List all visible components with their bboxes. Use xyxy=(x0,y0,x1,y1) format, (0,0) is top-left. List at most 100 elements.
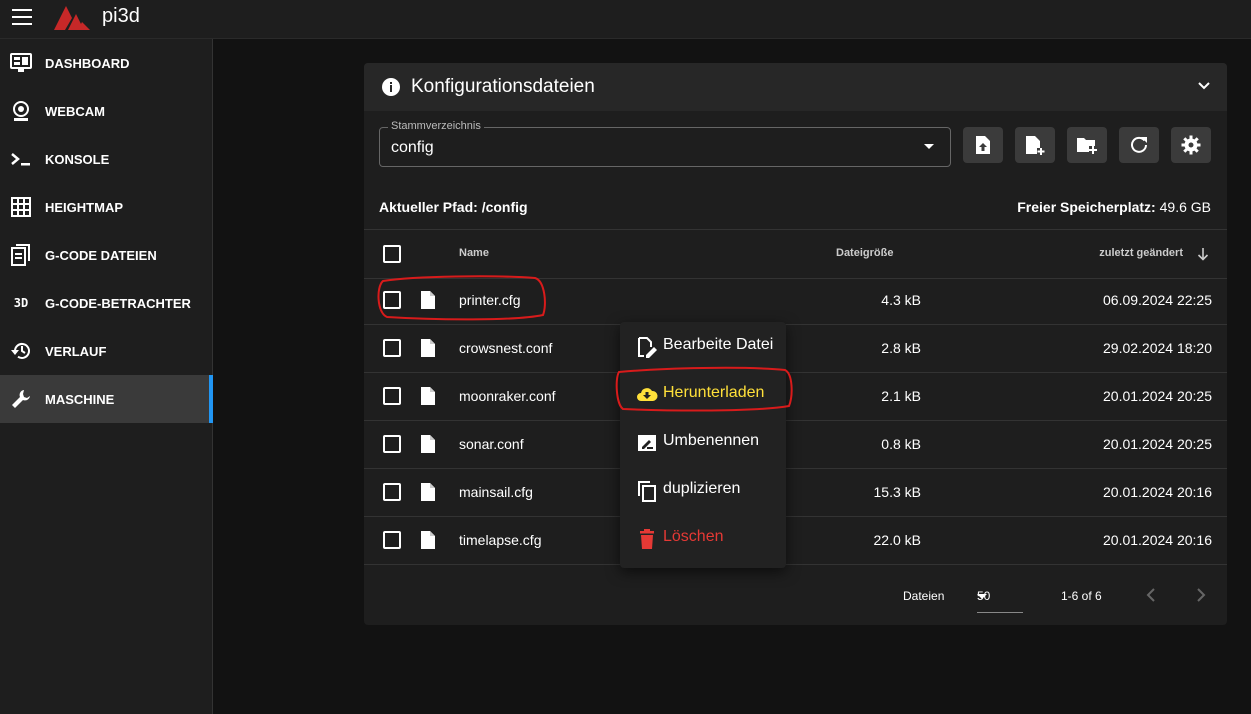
chevron-left-icon[interactable] xyxy=(1141,585,1161,605)
menu-item-edit-file[interactable]: Bearbeite Datei xyxy=(620,322,786,370)
sidebar-item-label: MASCHINE xyxy=(45,391,115,407)
sidebar-item-gcode-viewer[interactable]: 3D G-CODE-BETRACHTER xyxy=(0,279,212,327)
row-checkbox[interactable] xyxy=(383,339,401,357)
sidebar-item-label: WEBCAM xyxy=(45,103,105,119)
sidebar-item-webcam[interactable]: WEBCAM xyxy=(0,87,212,135)
chevron-down-icon[interactable] xyxy=(1197,79,1211,93)
table-row[interactable]: mainsail.cfg 15.3 kB 20.01.2024 20:16 xyxy=(364,469,1227,517)
chevron-right-icon[interactable] xyxy=(1191,585,1211,605)
file-name[interactable]: moonraker.conf xyxy=(459,388,556,404)
panel-title: Konfigurationsdateien xyxy=(411,76,595,97)
top-app-bar: pi3d xyxy=(0,0,1251,39)
pagination-range: 1-6 of 6 xyxy=(1061,589,1102,603)
file-name[interactable]: mainsail.cfg xyxy=(459,484,533,500)
sidebar-item-label: G-CODE DATEIEN xyxy=(45,247,157,263)
root-directory-select[interactable]: Stammverzeichnis config xyxy=(379,120,951,167)
file-date: 29.02.2024 18:20 xyxy=(1103,340,1212,356)
info-icon xyxy=(382,78,400,96)
refresh-button[interactable] xyxy=(1119,127,1159,163)
menu-item-label: Bearbeite Datei xyxy=(663,336,774,353)
app-title: pi3d xyxy=(102,5,140,27)
table-row[interactable]: timelapse.cfg 22.0 kB 20.01.2024 20:16 xyxy=(364,517,1227,565)
menu-item-rename[interactable]: Umbenennen xyxy=(620,418,786,466)
select-all-checkbox[interactable] xyxy=(383,245,401,263)
file-name[interactable]: sonar.conf xyxy=(459,436,524,452)
menu-item-label: duplizieren xyxy=(663,480,741,497)
sidebar-item-heightmap[interactable]: HEIGHTMAP xyxy=(0,183,212,231)
file-name[interactable]: crowsnest.conf xyxy=(459,340,552,356)
sidebar-item-label: HEIGHTMAP xyxy=(45,199,123,215)
current-path: Aktueller Pfad: /config xyxy=(379,199,528,215)
delete-icon xyxy=(640,529,654,549)
file-date: 20.01.2024 20:25 xyxy=(1103,388,1212,404)
caret-down-icon xyxy=(977,594,987,599)
file-document-icon xyxy=(10,244,32,266)
per-page-select[interactable]: 50 xyxy=(977,582,1023,613)
settings-button[interactable] xyxy=(1171,127,1211,163)
menu-icon[interactable] xyxy=(12,9,32,25)
table-header: Name Dateigröße zuletzt geändert xyxy=(364,229,1227,279)
file-size: 2.1 kB xyxy=(881,388,921,404)
new-folder-icon xyxy=(1077,138,1097,154)
menu-item-label: Umbenennen xyxy=(663,432,760,449)
table-row[interactable]: crowsnest.conf 2.8 kB 29.02.2024 18:20 xyxy=(364,325,1227,373)
copy-icon xyxy=(638,481,656,502)
red-annotation-circle xyxy=(377,275,546,321)
sidebar-item-dashboard[interactable]: DASHBOARD xyxy=(0,39,212,87)
new-file-icon xyxy=(1026,136,1045,155)
upload-file-button[interactable] xyxy=(963,127,1003,163)
sidebar-item-label: DASHBOARD xyxy=(45,55,130,71)
red-annotation-circle xyxy=(615,366,793,412)
sidebar-item-machine[interactable]: MASCHINE xyxy=(0,375,213,423)
monitor-dashboard-icon xyxy=(10,52,32,74)
column-header-modified[interactable]: zuletzt geändert xyxy=(1099,247,1183,259)
row-checkbox[interactable] xyxy=(383,435,401,453)
sidebar-item-gcode-files[interactable]: G-CODE DATEIEN xyxy=(0,231,212,279)
pi3d-logo-icon xyxy=(54,6,90,30)
files-per-page-label: Dateien xyxy=(903,589,945,603)
file-icon xyxy=(421,387,435,405)
table-footer: Dateien 50 1-6 of 6 xyxy=(364,568,1227,625)
file-size: 4.3 kB xyxy=(881,292,921,308)
sidebar-item-history[interactable]: VERLAUF xyxy=(0,327,212,375)
gear-icon xyxy=(1181,135,1201,155)
sidebar-nav: DASHBOARD WEBCAM KONSOLE HEIGHTMAP G-COD… xyxy=(0,39,213,714)
sidebar-item-console[interactable]: KONSOLE xyxy=(0,135,212,183)
column-header-name[interactable]: Name xyxy=(459,247,489,259)
file-context-menu: Bearbeite Datei Herunterladen Umbenennen… xyxy=(620,322,786,568)
row-checkbox[interactable] xyxy=(383,483,401,501)
table-row[interactable]: sonar.conf 0.8 kB 20.01.2024 20:25 xyxy=(364,421,1227,469)
menu-item-delete[interactable]: Löschen xyxy=(620,514,786,562)
file-size: 2.8 kB xyxy=(881,340,921,356)
new-folder-button[interactable] xyxy=(1067,127,1107,163)
refresh-icon xyxy=(1131,136,1147,153)
menu-item-duplicate[interactable]: duplizieren xyxy=(620,466,786,514)
file-icon xyxy=(421,483,435,501)
table-row[interactable]: moonraker.conf 2.1 kB 20.01.2024 20:25 xyxy=(364,373,1227,421)
wrench-icon xyxy=(10,388,32,410)
file-icon xyxy=(421,531,435,549)
file-size: 15.3 kB xyxy=(873,484,921,500)
file-date: 20.01.2024 20:16 xyxy=(1103,532,1212,548)
sidebar-item-label: G-CODE-BETRACHTER xyxy=(45,295,191,311)
file-date: 20.01.2024 20:16 xyxy=(1103,484,1212,500)
grid-icon xyxy=(10,196,32,218)
webcam-icon xyxy=(10,100,32,122)
panel-header[interactable]: Konfigurationsdateien xyxy=(364,63,1227,111)
file-date: 20.01.2024 20:25 xyxy=(1103,436,1212,452)
upload-file-icon xyxy=(976,136,990,154)
sort-arrow-down-icon[interactable] xyxy=(1197,247,1209,261)
file-date: 06.09.2024 22:25 xyxy=(1103,292,1212,308)
file-icon xyxy=(421,339,435,357)
console-icon xyxy=(10,148,32,170)
row-checkbox[interactable] xyxy=(383,531,401,549)
rename-icon xyxy=(638,435,656,451)
file-size: 22.0 kB xyxy=(873,532,921,548)
new-file-button[interactable] xyxy=(1015,127,1055,163)
free-storage-value: 49.6 GB xyxy=(1159,199,1211,215)
file-edit-icon xyxy=(638,337,657,358)
root-directory-value: config xyxy=(391,139,434,156)
file-name[interactable]: timelapse.cfg xyxy=(459,532,541,548)
row-checkbox[interactable] xyxy=(383,387,401,405)
column-header-size[interactable]: Dateigröße xyxy=(836,247,893,259)
